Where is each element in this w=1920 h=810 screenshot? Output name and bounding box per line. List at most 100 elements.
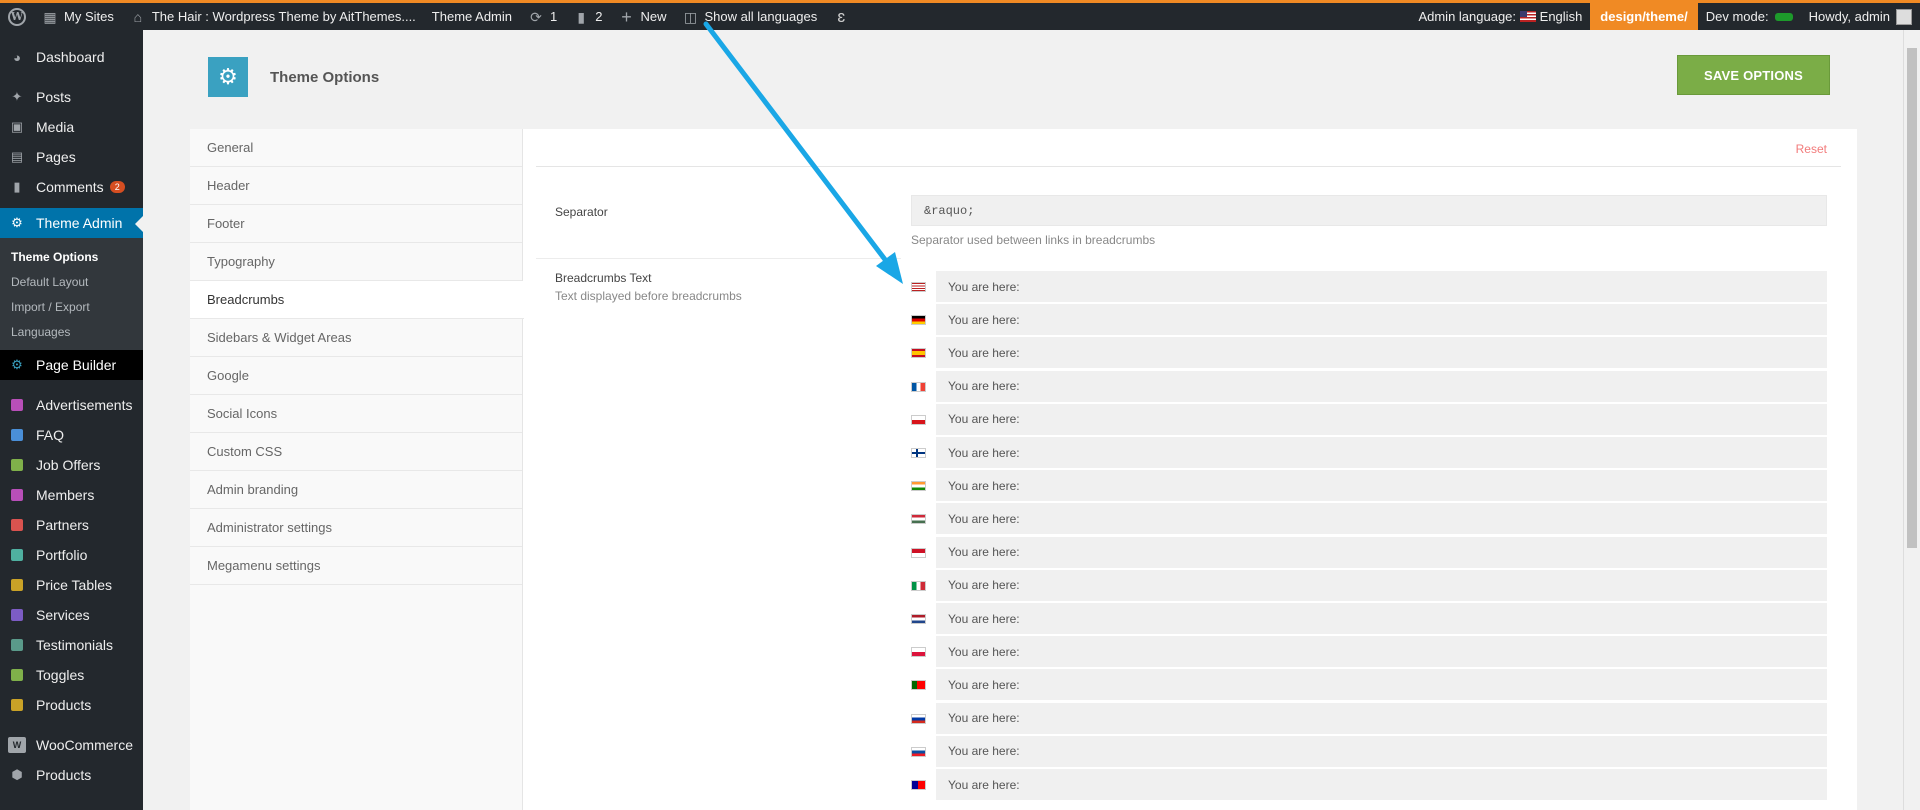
dev-mode-toggle[interactable]: Dev mode:: [1698, 3, 1801, 30]
breadcrumb-text-input-in[interactable]: You are here:: [936, 470, 1827, 503]
wp-logo-menu[interactable]: W: [0, 3, 34, 30]
flag-nl-icon: [911, 614, 926, 624]
faq-icon: [11, 429, 23, 441]
flag-fi-icon: [911, 448, 926, 458]
members-icon: [11, 489, 23, 501]
breadcrumb-text-row-pt: You are here:: [911, 669, 1827, 702]
submenu-import-export[interactable]: Import / Export: [0, 294, 143, 319]
breadcrumb-text-row-it: You are here:: [911, 569, 1827, 602]
breadcrumb-text-row-pl: You are here:: [911, 636, 1827, 669]
tab-admin-branding[interactable]: Admin branding: [190, 471, 522, 509]
breadcrumb-text-input-de[interactable]: You are here:: [936, 304, 1827, 337]
design-path-badge[interactable]: design/theme/: [1590, 3, 1698, 30]
theme-admin-submenu: Theme Options Default Layout Import / Ex…: [0, 238, 143, 350]
comments-menu[interactable]: ▮ 2: [565, 3, 610, 30]
tab-social-icons[interactable]: Social Icons: [190, 395, 522, 433]
edit-e-menu[interactable]: ɛ: [825, 3, 863, 30]
breadcrumb-text-row-hu: You are here:: [911, 503, 1827, 536]
site-name-menu[interactable]: ⌂ The Hair : Wordpress Theme by AitThemes…: [122, 3, 424, 30]
breadcrumb-text-input-pt[interactable]: You are here:: [936, 669, 1827, 702]
tab-breadcrumbs[interactable]: Breadcrumbs: [190, 281, 524, 319]
breadcrumb-text-input-fr[interactable]: You are here:: [936, 370, 1827, 403]
reset-link[interactable]: Reset: [1796, 142, 1827, 156]
breadcrumb-text-input-us[interactable]: You are here:: [936, 271, 1827, 303]
sidebar-item-media[interactable]: ▣ Media: [0, 112, 143, 142]
sidebar-item-price-tables[interactable]: Price Tables: [0, 570, 143, 600]
sidebar-item-partners[interactable]: Partners: [0, 510, 143, 540]
flag-cz-icon: [911, 414, 926, 425]
flag-cell: [911, 304, 936, 336]
sidebar-item-toggles[interactable]: Toggles: [0, 660, 143, 690]
breadcrumb-text-input-sk[interactable]: You are here:: [936, 735, 1827, 768]
tab-general[interactable]: General: [190, 129, 522, 167]
show-all-languages-menu[interactable]: ◫ Show all languages: [674, 3, 825, 30]
breadcrumb-text-input-hu[interactable]: You are here:: [936, 503, 1827, 536]
tab-footer[interactable]: Footer: [190, 205, 522, 243]
e-logo-icon: ɛ: [837, 6, 846, 26]
my-sites-menu[interactable]: ▦ My Sites: [34, 3, 122, 30]
price-tables-icon: [11, 579, 23, 591]
submenu-languages[interactable]: Languages: [0, 319, 143, 344]
breadcrumb-text-input-it[interactable]: You are here:: [936, 569, 1827, 602]
admin-language-menu[interactable]: Admin language: English: [1410, 3, 1590, 30]
sidebar-item-woocommerce[interactable]: W WooCommerce: [0, 730, 143, 760]
sidebar-item-comments[interactable]: ▮ Comments 2: [0, 172, 143, 202]
tab-header[interactable]: Header: [190, 167, 522, 205]
breadcrumb-text-input-tw[interactable]: You are here:: [936, 769, 1827, 801]
sidebar-item-advertisements[interactable]: Advertisements: [0, 390, 143, 420]
flag-cell: [911, 703, 936, 735]
flag-id-icon: [911, 547, 926, 558]
breadcrumb-text-input-id[interactable]: You are here:: [936, 536, 1827, 569]
sidebar-item-theme-admin[interactable]: ⚙ Theme Admin: [0, 208, 143, 238]
theme-admin-menu[interactable]: Theme Admin: [424, 3, 520, 30]
products-cpt-icon: [11, 699, 23, 711]
breadcrumb-text-row-ru: You are here:: [911, 702, 1827, 735]
sidebar-item-pages[interactable]: ▤ Pages: [0, 142, 143, 172]
user-account-menu[interactable]: Howdy, admin: [1801, 3, 1920, 30]
page-title: Theme Options: [270, 69, 380, 86]
sidebar-item-portfolio[interactable]: Portfolio: [0, 540, 143, 570]
languages-icon: ◫: [683, 8, 698, 25]
sidebar-item-job-offers[interactable]: Job Offers: [0, 450, 143, 480]
scrollbar-thumb[interactable]: [1907, 48, 1917, 548]
tab-administrator-settings[interactable]: Administrator settings: [190, 509, 522, 547]
submenu-theme-options[interactable]: Theme Options: [0, 244, 143, 269]
sidebar-item-members[interactable]: Members: [0, 480, 143, 510]
options-panel: General Header Footer Typography Breadcr…: [190, 129, 1857, 810]
breadcrumb-text-input-nl[interactable]: You are here:: [936, 603, 1827, 635]
flag-cell: [911, 271, 936, 303]
breadcrumb-text-row-es: You are here:: [911, 337, 1827, 370]
flag-ru-icon: [911, 713, 926, 724]
separator-input[interactable]: &raquo;: [911, 195, 1827, 226]
new-content-menu[interactable]: + New: [610, 3, 674, 30]
tab-megamenu-settings[interactable]: Megamenu settings: [190, 547, 522, 585]
tab-google[interactable]: Google: [190, 357, 522, 395]
tab-typography[interactable]: Typography: [190, 243, 522, 281]
save-options-button[interactable]: SAVE OPTIONS: [1677, 55, 1830, 95]
breadcrumb-text-input-cz[interactable]: You are here:: [936, 403, 1827, 436]
portfolio-icon: [11, 549, 23, 561]
sidebar-item-faq[interactable]: FAQ: [0, 420, 143, 450]
breadcrumb-text-input-ru[interactable]: You are here:: [936, 702, 1827, 735]
sidebar-item-page-builder[interactable]: ⚙ Page Builder: [0, 350, 143, 380]
sidebar-item-products-cpt[interactable]: Products: [0, 690, 143, 720]
sidebar-item-testimonials[interactable]: Testimonials: [0, 630, 143, 660]
page-scrollbar[interactable]: [1903, 30, 1920, 810]
tab-custom-css[interactable]: Custom CSS: [190, 433, 522, 471]
breadcrumb-text-row-id: You are here:: [911, 536, 1827, 569]
pages-icon: ▤: [10, 149, 24, 164]
flag-es-icon: [911, 348, 926, 359]
sidebar-item-posts[interactable]: ✦ Posts: [0, 82, 143, 112]
sidebar-item-dashboard[interactable]: ◕ Dashboard: [0, 42, 143, 72]
tab-sidebars-widget-areas[interactable]: Sidebars & Widget Areas: [190, 319, 522, 357]
breadcrumb-text-input-pl[interactable]: You are here:: [936, 636, 1827, 669]
breadcrumb-text-input-es[interactable]: You are here:: [936, 337, 1827, 370]
submenu-default-layout[interactable]: Default Layout: [0, 269, 143, 294]
sidebar-item-services[interactable]: Services: [0, 600, 143, 630]
breadcrumb-text-input-fi[interactable]: You are here:: [936, 437, 1827, 469]
page-builder-icon: ⚙: [11, 357, 23, 372]
updates-menu[interactable]: ⟳ 1: [520, 3, 565, 30]
flag-tw-icon: [911, 780, 926, 790]
sidebar-item-woo-products[interactable]: ⬢ Products: [0, 760, 143, 790]
testimonials-icon: [11, 639, 23, 651]
